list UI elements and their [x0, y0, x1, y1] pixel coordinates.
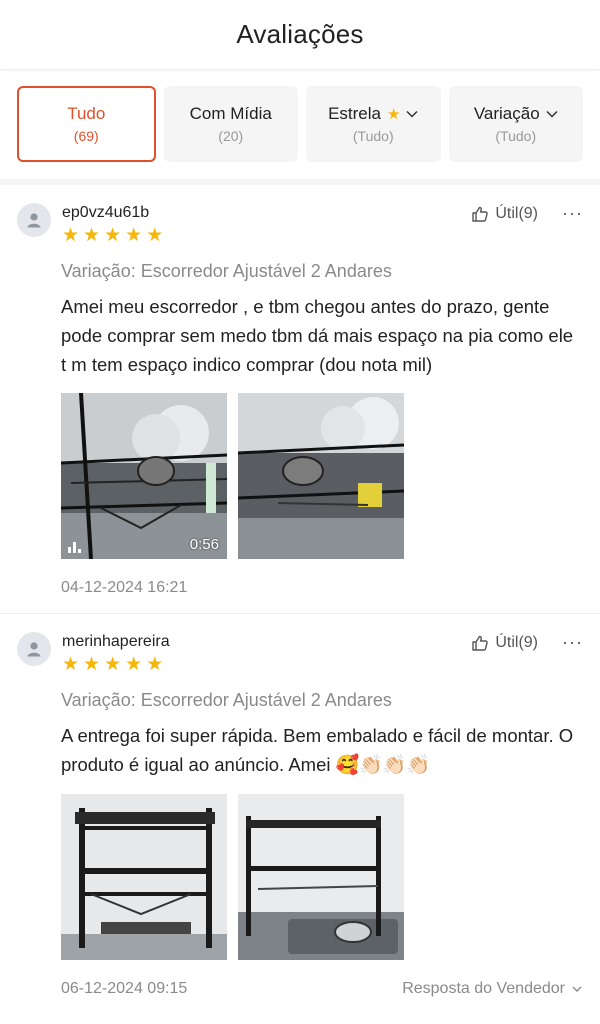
review-item: ep0vz4u61b ★ ★ ★ ★ ★ Útil(9) ··· Variaçã… — [0, 185, 600, 614]
avatar — [17, 632, 51, 666]
dish-rack-photo — [61, 393, 227, 559]
review-text: Amei meu escorredor , e tbm chegou antes… — [61, 296, 574, 375]
review-variation: Variação: Escorredor Ajustável 2 Andares — [61, 690, 392, 710]
filter-tab-media[interactable]: Com Mídia (20) — [163, 86, 298, 162]
rating-stars: ★ ★ ★ ★ ★ — [62, 225, 471, 246]
page-header: Avaliações — [0, 0, 600, 70]
chevron-down-icon — [546, 110, 558, 118]
star-icon: ★ — [62, 225, 80, 246]
review-video-thumbnail[interactable]: 0:56 — [61, 393, 227, 559]
chevron-down-icon — [406, 110, 418, 118]
filter-count: (Tudo) — [352, 128, 394, 144]
helpful-count: Útil(9) — [495, 204, 539, 222]
star-icon: ★ — [146, 654, 164, 675]
thumbs-up-icon — [472, 635, 489, 651]
review-photo-thumbnail[interactable] — [238, 393, 404, 559]
star-icon: ★ — [104, 654, 122, 675]
video-bars-icon — [68, 542, 81, 553]
filter-bar: Tudo (69) Com Mídia (20) Estrela ★ (Tudo… — [0, 70, 600, 185]
user-icon — [27, 213, 41, 228]
filter-count: (Tudo) — [495, 128, 537, 144]
helpful-count: Útil(9) — [495, 633, 539, 651]
filter-count: (20) — [218, 128, 244, 144]
chevron-down-icon — [572, 986, 582, 992]
review-date: 04-12-2024 16:21 — [61, 579, 188, 596]
review-text: A entrega foi super rápida. Bem embalado… — [61, 721, 583, 780]
thumbs-up-icon — [472, 206, 489, 222]
helpful-button[interactable]: Útil(9) — [471, 634, 538, 652]
filter-tab-stars[interactable]: Estrela ★ (Tudo) — [306, 86, 441, 162]
review-media: 0:56 — [61, 393, 583, 559]
review-date: 06-12-2024 09:15 — [61, 980, 188, 997]
star-icon: ★ — [83, 654, 101, 675]
seller-reply-label: Resposta do Vendedor — [402, 980, 565, 997]
filter-count: (69) — [73, 128, 99, 144]
review-photo-thumbnail[interactable] — [61, 794, 227, 960]
user-icon — [27, 642, 41, 657]
page-title: Avaliações — [236, 19, 364, 49]
video-duration: 0:56 — [189, 536, 219, 553]
review-username: ep0vz4u61b — [62, 204, 150, 221]
more-options-icon[interactable]: ··· — [562, 203, 583, 224]
review-variation: Variação: Escorredor Ajustável 2 Andares — [61, 261, 392, 281]
review-item: merinhapereira ★ ★ ★ ★ ★ Útil(9) ··· Var… — [0, 614, 600, 1014]
seller-reply-toggle[interactable]: Resposta do Vendedor — [402, 980, 583, 998]
filter-label: Com Mídia — [189, 104, 272, 123]
helpful-button[interactable]: Útil(9) — [471, 205, 538, 223]
rating-stars: ★ ★ ★ ★ ★ — [62, 654, 471, 675]
review-text-body: A entrega foi super rápida. Bem embalado… — [61, 725, 574, 775]
dish-rack-photo — [238, 794, 404, 960]
dish-rack-photo — [61, 794, 227, 960]
more-options-icon[interactable]: ··· — [562, 632, 583, 653]
review-media — [61, 794, 583, 960]
star-icon: ★ — [146, 225, 164, 246]
review-photo-thumbnail[interactable] — [238, 794, 404, 960]
filter-label: Tudo — [67, 104, 106, 123]
dish-rack-photo — [238, 393, 404, 559]
star-icon: ★ — [125, 654, 143, 675]
star-icon: ★ — [83, 225, 101, 246]
star-icon: ★ — [104, 225, 122, 246]
avatar — [17, 203, 51, 237]
filter-tab-all[interactable]: Tudo (69) — [17, 86, 156, 162]
star-icon: ★ — [386, 106, 401, 123]
review-emojis: 🥰👏🏻👏🏻👏🏻 — [335, 755, 431, 776]
filter-label: Variação — [473, 104, 540, 123]
filter-label: Estrela — [328, 104, 381, 123]
review-username: merinhapereira — [62, 633, 170, 650]
star-icon: ★ — [125, 225, 143, 246]
star-icon: ★ — [62, 654, 80, 675]
filter-tab-variation[interactable]: Variação (Tudo) — [448, 86, 583, 162]
